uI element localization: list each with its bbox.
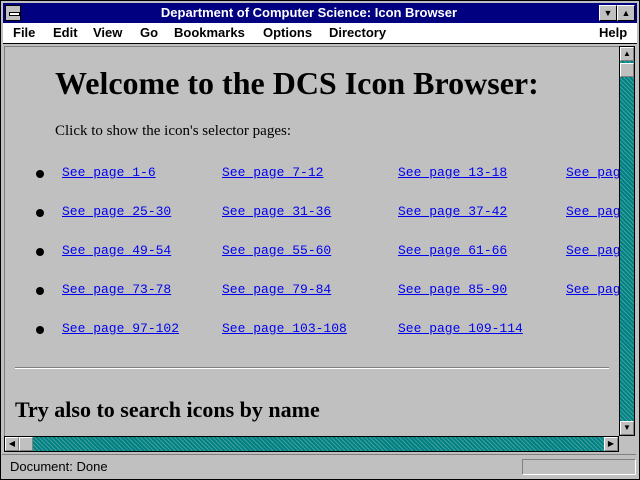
page-link[interactable]: See page 25-30	[62, 204, 171, 219]
bullet-icon	[36, 326, 44, 334]
system-menu-icon[interactable]	[5, 5, 21, 21]
window-title: Department of Computer Science: Icon Bro…	[160, 5, 458, 20]
page-link[interactable]: See page 97-102	[62, 321, 179, 336]
page-link[interactable]: See page 43-48	[566, 204, 619, 219]
horizontal-scroll-thumb[interactable]	[19, 437, 33, 451]
arrow-right-icon[interactable]: ▶	[604, 437, 618, 451]
menu-view[interactable]: View	[93, 25, 122, 40]
page-link[interactable]: See page 31-36	[222, 204, 331, 219]
link-row: See page 73-78 See page 79-84 See page 8…	[5, 282, 619, 302]
menu-bar: File Edit View Go Bookmarks Options Dire…	[3, 23, 637, 44]
bullet-icon	[36, 170, 44, 178]
menu-help[interactable]: Help	[599, 25, 627, 40]
page-link[interactable]: See page 79-84	[222, 282, 331, 297]
page-content: Welcome to the DCS Icon Browser: Click t…	[4, 46, 620, 438]
menu-directory[interactable]: Directory	[329, 25, 386, 40]
bullet-icon	[36, 287, 44, 295]
arrow-up-icon[interactable]: ▲	[620, 47, 634, 61]
page-link[interactable]: See page 55-60	[222, 243, 331, 258]
progress-well	[522, 459, 636, 475]
menu-options[interactable]: Options	[263, 25, 312, 40]
page-link[interactable]: See page 73-78	[62, 282, 171, 297]
status-text: Document: Done	[10, 459, 108, 474]
page-link[interactable]: See page 7-12	[222, 165, 323, 180]
page-link[interactable]: See page 103-108	[222, 321, 347, 336]
page-link[interactable]: See page 49-54	[62, 243, 171, 258]
maximize-arrow-icon[interactable]: ▲	[617, 5, 635, 21]
status-bar: Document: Done	[2, 454, 636, 477]
scroll-corner	[619, 436, 635, 452]
vertical-scrollbar[interactable]: ▲ ▼	[619, 46, 635, 436]
bullet-icon	[36, 209, 44, 217]
search-heading: Try also to search icons by name	[15, 397, 320, 422]
horizontal-scrollbar[interactable]: ◀ ▶	[4, 436, 619, 452]
page-link[interactable]: See page 85-90	[398, 282, 507, 297]
intro-text: Click to show the icon's selector pages:	[55, 123, 291, 139]
arrow-down-icon[interactable]: ▼	[620, 421, 634, 435]
link-row: See page 25-30 See page 31-36 See page 3…	[5, 204, 619, 224]
page-link[interactable]: See page 1-6	[62, 165, 156, 180]
vertical-scroll-thumb[interactable]	[620, 63, 634, 77]
link-row: See page 1-6 See page 7-12 See page 13-1…	[5, 165, 619, 185]
page-link[interactable]: See page 13-18	[398, 165, 507, 180]
page-link[interactable]: See page 109-114	[398, 321, 523, 336]
link-row: See page 97-102 See page 103-108 See pag…	[5, 321, 619, 341]
menu-go[interactable]: Go	[140, 25, 158, 40]
minimize-arrow-icon[interactable]: ▼	[599, 5, 617, 21]
link-row: See page 49-54 See page 55-60 See page 6…	[5, 243, 619, 263]
menu-file[interactable]: File	[13, 25, 35, 40]
menu-bookmarks[interactable]: Bookmarks	[174, 25, 245, 40]
page-link[interactable]: See page 67-72	[566, 243, 619, 258]
bullet-icon	[36, 248, 44, 256]
title-bar[interactable]: Department of Computer Science: Icon Bro…	[3, 3, 637, 23]
arrow-left-icon[interactable]: ◀	[5, 437, 19, 451]
page-link[interactable]: See page 37-42	[398, 204, 507, 219]
page-link[interactable]: See page 91-96	[566, 282, 619, 297]
page-link[interactable]: See page 19-24	[566, 165, 619, 180]
page-title: Welcome to the DCS Icon Browser:	[55, 65, 539, 101]
page-link[interactable]: See page 61-66	[398, 243, 507, 258]
horizontal-rule	[15, 367, 609, 369]
menu-edit[interactable]: Edit	[53, 25, 78, 40]
